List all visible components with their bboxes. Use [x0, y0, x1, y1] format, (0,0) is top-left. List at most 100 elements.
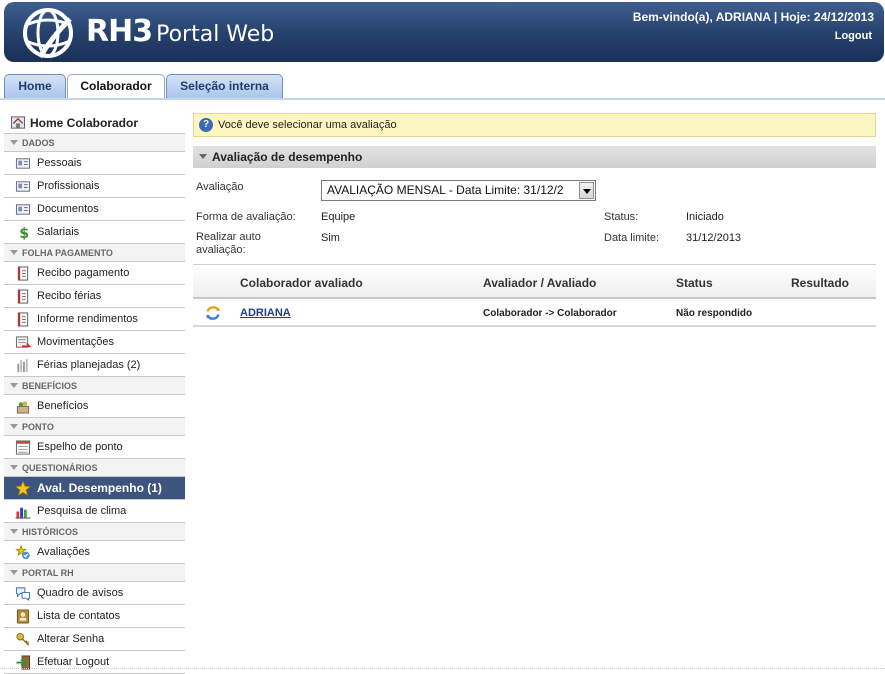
section-historicos[interactable]: HISTÓRICOS [4, 523, 185, 541]
avaliacao-label: Avaliação [196, 181, 244, 193]
section-folha-pagamento[interactable]: FOLHA PAGAMENTO [4, 244, 185, 262]
sidebar-item-espelho-de-ponto[interactable]: Espelho de ponto [4, 436, 185, 459]
col-avaliador-avaliado[interactable]: Avaliador / Avaliado [483, 276, 596, 290]
tab-divider [0, 98, 885, 100]
award-icon [15, 545, 30, 560]
sidebar-item-profissionais[interactable]: Profissionais [4, 175, 185, 198]
calendar-bars-icon [17, 358, 28, 373]
id-card-icon [15, 204, 31, 215]
sidebar-item-label: Benefícios [37, 400, 89, 412]
section-questionarios[interactable]: QUESTIONÁRIOS [4, 459, 185, 477]
notice-text: Você deve selecionar uma avaliação [218, 119, 397, 131]
col-resultado[interactable]: Resultado [791, 276, 849, 290]
section-dados[interactable]: DADOS [4, 134, 185, 152]
chat-bubbles-icon [15, 587, 31, 601]
sidebar-item-label: Espelho de ponto [37, 441, 123, 453]
grid-header: Colaborador avaliado Avaliador / Avaliad… [193, 264, 876, 299]
col-colaborador-avaliado[interactable]: Colaborador avaliado [240, 276, 363, 290]
refresh-icon[interactable] [204, 304, 222, 322]
timesheet-icon [15, 440, 31, 455]
sidebar-home-label: Home Colaborador [30, 116, 139, 130]
sidebar-item-label: Salariais [37, 226, 80, 238]
avaliacao-select[interactable]: AVALIAÇÃO MENSAL - Data Limite: 31/12/2 [321, 180, 596, 201]
address-book-icon [16, 609, 30, 624]
sidebar-item-quadro-de-avisos[interactable]: Quadro de avisos [4, 582, 185, 605]
tab-selecao-interna[interactable]: Seleção interna [166, 74, 283, 99]
col-status[interactable]: Status [676, 276, 713, 290]
sidebar-item-recibo-ferias[interactable]: Recibo férias [4, 285, 185, 308]
tab-home[interactable]: Home [4, 74, 66, 99]
forma-avaliacao-label: Forma de avaliação: [196, 211, 296, 223]
sidebar-item-label: Quadro de avisos [37, 587, 124, 599]
sidebar-item-label: Informe rendimentos [37, 313, 138, 325]
sidebar-item-alterar-senha[interactable]: Alterar Senha [4, 628, 185, 651]
sidebar-item-recibo-pagamento[interactable]: Recibo pagamento [4, 262, 185, 285]
avaliacao-select-value: AVALIAÇÃO MENSAL - Data Limite: 31/12/2 [327, 183, 564, 197]
auto-avaliacao-label-1: Realizar auto [196, 231, 261, 243]
gift-basket-icon [16, 401, 30, 414]
id-card-icon [15, 181, 31, 192]
sidebar-item-label: Aval. Desempenho (1) [37, 481, 162, 495]
app-header: RH3 Portal Web Bem-vindo(a), ADRIANA | Ho… [4, 2, 884, 62]
transfer-icon [15, 336, 31, 348]
section-portal-rh[interactable]: PORTAL RH [4, 564, 185, 582]
globe-logo-icon [23, 8, 73, 59]
sidebar-item-aval-desempenho[interactable]: Aval. Desempenho (1) [4, 477, 185, 500]
sidebar-item-lista-de-contatos[interactable]: Lista de contatos [4, 605, 185, 628]
brand-subtitle: Portal Web [156, 22, 275, 47]
data-limite-value: 31/12/2013 [686, 232, 742, 244]
footer-divider [0, 668, 885, 669]
sidebar-item-informe-rendimentos[interactable]: Informe rendimentos [4, 308, 185, 331]
receipt-icon [17, 289, 29, 304]
sidebar-item-label: Documentos [37, 203, 99, 215]
colaborador-link[interactable]: ADRIANA [240, 307, 291, 319]
svg-text:$: $ [19, 226, 29, 240]
sidebar-item-label: Alterar Senha [37, 633, 105, 645]
auto-avaliacao-value: Sim [321, 232, 340, 244]
sidebar-item-beneficios[interactable]: Benefícios [4, 395, 185, 418]
sidebar-item-label: Movimentações [37, 336, 115, 348]
sidebar-item-avaliacoes[interactable]: Avaliações [4, 541, 185, 564]
forma-avaliacao-value: Equipe [321, 211, 356, 223]
auto-avaliacao-label-2: avaliação: [196, 244, 246, 256]
info-notice: ? Você deve selecionar uma avaliação [193, 113, 876, 137]
sidebar-item-ferias-planejadas[interactable]: Férias planejadas (2) [4, 354, 185, 377]
welcome-text: Bem-vindo(a), ADRIANA | Hoje: 24/12/2013 [632, 10, 874, 24]
sidebar-item-movimentacoes[interactable]: Movimentações [4, 331, 185, 354]
data-limite-label: Data limite: [604, 232, 660, 244]
status-label: Status: [604, 211, 639, 223]
brand-name: RH3 [86, 14, 153, 49]
sidebar-item-label: Efetuar Logout [37, 656, 110, 668]
tab-colaborador[interactable]: Colaborador [67, 74, 165, 100]
receipt-icon [17, 312, 29, 327]
question-icon: ? [199, 118, 213, 132]
section-beneficios[interactable]: BENEFÍCIOS [4, 377, 185, 395]
sidebar-item-efetuar-logout[interactable]: Efetuar Logout [4, 651, 185, 674]
sidebar-item-label: Pessoais [37, 157, 82, 169]
sidebar-item-pesquisa-de-clima[interactable]: Pesquisa de clima [4, 500, 185, 523]
panel-header-avaliacao[interactable]: Avaliação de desempenho [193, 146, 876, 168]
avaliador-cell: Colaborador -> Colaborador [483, 308, 617, 319]
chevron-down-icon[interactable] [579, 182, 594, 199]
table-row: ADRIANA Colaborador -> Colaborador Não r… [193, 299, 876, 327]
brand-title: RH3 Portal Web [86, 14, 274, 49]
sidebar-item-label: Lista de contatos [37, 610, 121, 622]
sidebar-home-colaborador[interactable]: Home Colaborador [4, 112, 185, 134]
status-value: Iniciado [686, 211, 724, 223]
star-icon [15, 481, 31, 496]
section-ponto[interactable]: PONTO [4, 418, 185, 436]
sidebar-item-documentos[interactable]: Documentos [4, 198, 185, 221]
sidebar-item-label: Avaliações [37, 546, 90, 558]
sidebar-item-label: Recibo pagamento [37, 267, 130, 279]
status-cell: Não respondido [676, 308, 753, 319]
home-icon [10, 116, 26, 129]
sidebar-item-pessoais[interactable]: Pessoais [4, 152, 185, 175]
dollar-icon: $ [19, 226, 29, 240]
sidebar-item-label: Recibo férias [37, 290, 102, 302]
bar-chart-icon [15, 507, 31, 519]
sidebar-item-label: Férias planejadas (2) [37, 359, 141, 371]
sidebar: Home Colaborador DADOS Pessoais Profissi… [4, 112, 185, 674]
sidebar-item-salariais[interactable]: $ Salariais [4, 221, 185, 244]
logout-link[interactable]: Logout [835, 30, 872, 42]
sidebar-item-label: Profissionais [37, 180, 100, 192]
